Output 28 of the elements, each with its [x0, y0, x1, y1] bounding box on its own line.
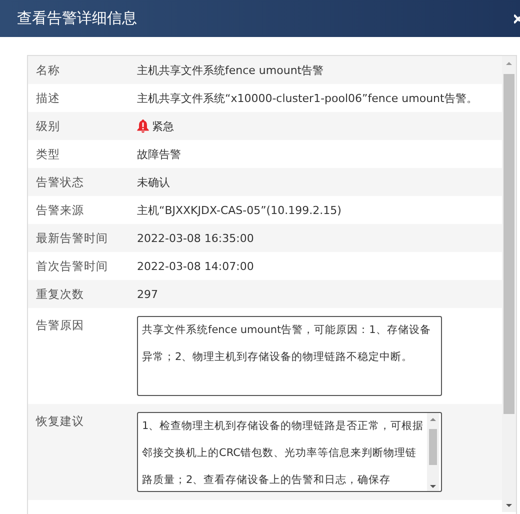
cause-text-area[interactable]: 共享文件系统fence umount告警，可能原因：1、存储设备异常；2、物理主机到存储设备的物理链路不稳定中断。 — [137, 316, 442, 396]
field-label: 恢复建议 — [34, 413, 85, 429]
field-value: 主机“BJXXKJDX-CAS-05”(10.199.2.15) — [137, 202, 342, 218]
field-value: 2022-03-08 14:07:00 — [137, 260, 254, 272]
suggestion-text-area[interactable]: 1、检查物理主机到存储设备的物理链路是否正常，可根据邻接交换机上的CRC错包数、光功率等信息来判断物理链路质量；2、查看存储设备上的告警和日志，确保存 — [137, 412, 442, 492]
field-label: 最新告警时间 — [35, 230, 109, 246]
field-value: 主机共享文件系统fence umount告警 — [137, 62, 324, 78]
alarm-bell-icon — [137, 119, 149, 133]
scrollbar[interactable] — [502, 56, 516, 512]
suggestion-text: 1、检查物理主机到存储设备的物理链路是否正常，可根据邻接交换机上的CRC错包数、光功率等信息来判断物理链路质量；2、查看存储设备上的告警和日志，确保存 — [142, 419, 425, 488]
field-label: 描述 — [35, 90, 61, 106]
field-label: 告警状态 — [35, 174, 85, 190]
field-value: 未确认 — [137, 174, 170, 190]
field-label: 告警来源 — [35, 202, 85, 218]
field-value: 故障告警 — [137, 146, 181, 162]
dialog-title: 查看告警详细信息 — [17, 9, 137, 28]
field-value: 297 — [137, 288, 158, 300]
field-label: 重复次数 — [35, 286, 85, 302]
scrollbar[interactable] — [427, 413, 439, 491]
severity-value: 紧急 — [152, 118, 174, 134]
field-value: 2022-03-08 16:35:00 — [137, 232, 254, 244]
close-icon[interactable] — [514, 12, 520, 24]
field-label: 首次告警时间 — [35, 258, 109, 274]
field-label: 级别 — [35, 118, 61, 134]
field-label: 告警原因 — [35, 317, 85, 333]
field-label: 类型 — [35, 146, 61, 162]
field-label: 名称 — [35, 62, 61, 78]
field-value: 主机共享文件系统“x10000-cluster1-pool06”fence umount告警。 — [137, 90, 478, 106]
